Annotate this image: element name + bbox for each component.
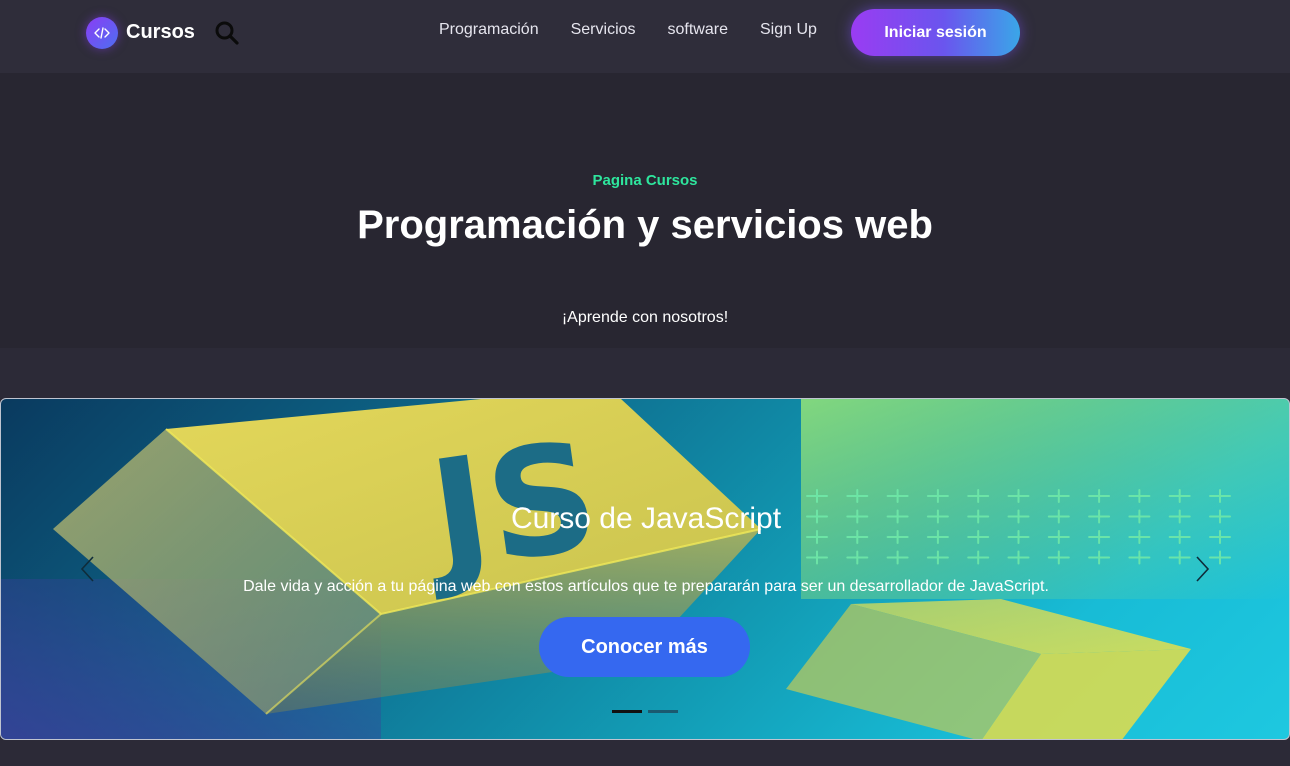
nav-link-servicios[interactable]: Servicios <box>555 18 652 42</box>
login-button[interactable]: Iniciar sesión <box>851 9 1020 56</box>
course-carousel: JS Curso de JavaScript Dale vida y acció… <box>0 398 1290 740</box>
slide-description: Dale vida y acción a tu página web con e… <box>243 578 1049 595</box>
hero-section: Pagina Cursos Programación y servicios w… <box>0 73 1290 348</box>
slide-title: Curso de JavaScript <box>510 502 782 535</box>
search-button[interactable] <box>214 20 240 46</box>
javascript-slide-image: JS <box>1 399 1289 739</box>
carousel-indicator-1[interactable] <box>612 710 642 713</box>
search-icon <box>215 21 239 45</box>
nav-link-software[interactable]: software <box>652 18 744 42</box>
learn-more-button[interactable]: Conocer más <box>539 617 750 677</box>
nav-link-programacion[interactable]: Programación <box>423 18 555 42</box>
carousel-indicator-2[interactable] <box>648 710 678 713</box>
hero-eyebrow: Pagina Cursos <box>592 172 698 189</box>
nav-link-sign-up[interactable]: Sign Up <box>744 18 833 42</box>
main-nav: Programación Servicios software Sign Up <box>423 18 833 42</box>
navbar: Cursos Programación Servicios software S… <box>0 0 1290 73</box>
hero-subtitle: ¡Aprende con nosotros! <box>561 309 729 326</box>
brand-name: Cursos <box>126 21 195 43</box>
code-icon <box>86 16 118 49</box>
brand-link[interactable]: Cursos <box>86 16 195 49</box>
carousel-indicators <box>612 710 684 713</box>
hero-title: Programación y servicios web <box>357 203 933 247</box>
